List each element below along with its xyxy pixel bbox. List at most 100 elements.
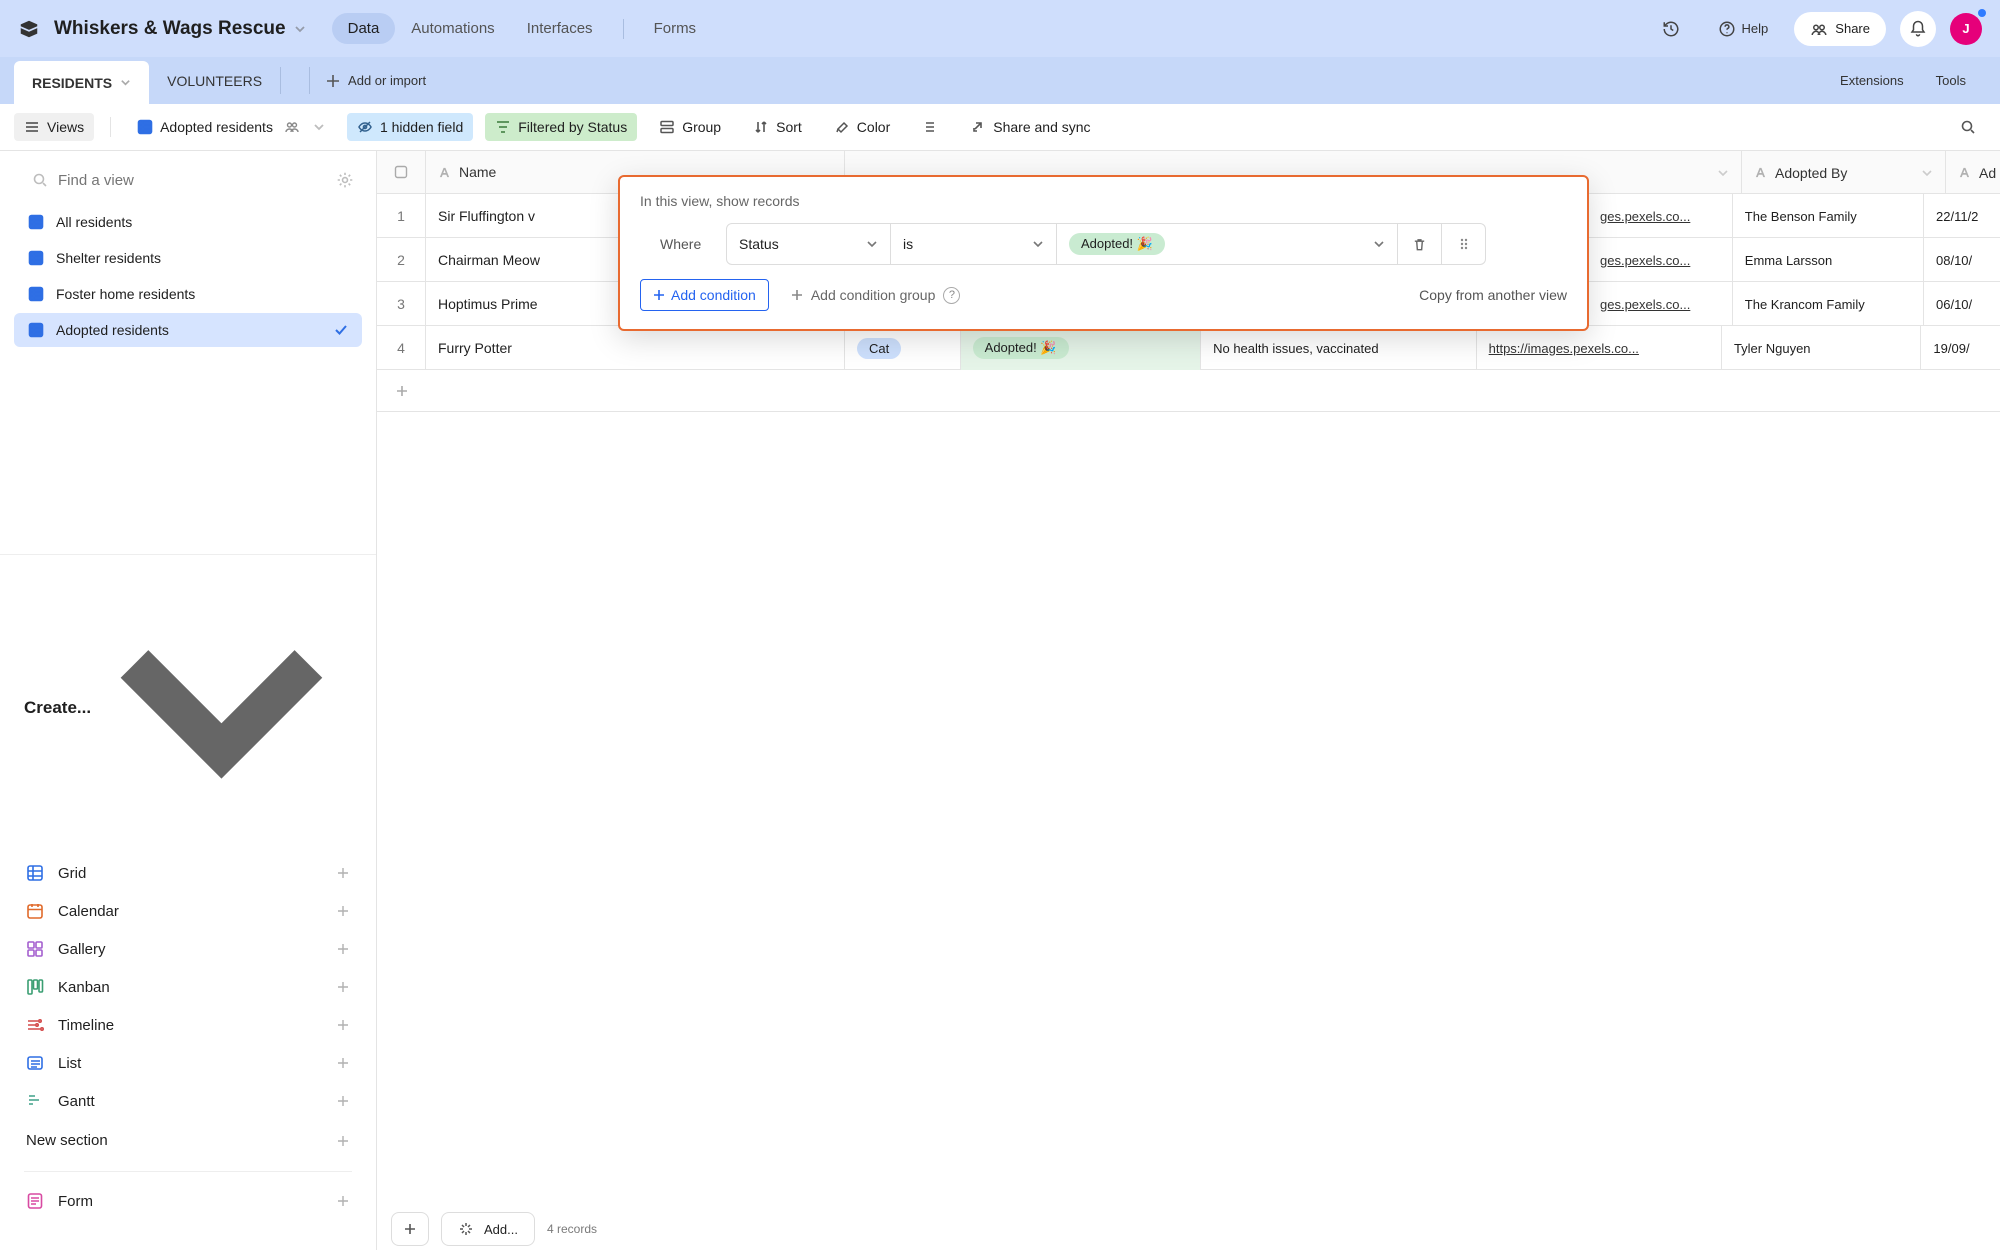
create-grid[interactable]: Grid <box>24 854 352 892</box>
nav-data[interactable]: Data <box>332 13 396 44</box>
form-icon <box>26 1192 44 1210</box>
gantt-icon <box>26 1092 44 1110</box>
row-number: 2 <box>377 238 426 281</box>
text-type-icon <box>438 166 451 179</box>
cell-status[interactable]: Adopted! 🎉 <box>961 326 1201 370</box>
color-button[interactable]: Color <box>824 113 900 141</box>
add-condition-group-button[interactable]: Add condition group ? <box>791 287 961 304</box>
view-name-dropdown[interactable]: Adopted residents <box>127 113 335 141</box>
search-icon <box>1960 119 1976 135</box>
col-header-adopted-by[interactable]: Adopted By <box>1742 151 1946 194</box>
filter-operator-dropdown[interactable]: is <box>891 223 1057 265</box>
cell-date[interactable]: 08/10/ <box>1924 238 2000 282</box>
chevron-down-icon <box>91 577 352 838</box>
chevron-down-icon <box>866 238 878 250</box>
gear-icon[interactable] <box>336 171 354 189</box>
nav-automations[interactable]: Automations <box>395 13 510 44</box>
add-condition-button[interactable]: Add condition <box>640 279 769 311</box>
chevron-down-icon <box>1921 167 1933 179</box>
filter-panel: In this view, show records Where Status … <box>618 175 1589 331</box>
cell-photo[interactable]: ges.pexels.co... <box>1588 194 1733 238</box>
share-button[interactable]: Share <box>1794 12 1886 46</box>
table-tab-volunteers[interactable]: VOLUNTEERS <box>149 57 280 104</box>
drag-icon <box>1458 237 1470 251</box>
view-item[interactable]: All residents <box>14 205 362 239</box>
views-toggle[interactable]: Views <box>14 113 94 141</box>
col-header-photo[interactable] <box>1588 151 1742 194</box>
col-header-adopt-date[interactable]: Ad <box>1946 151 2000 194</box>
cell-date[interactable]: 19/09/ <box>1921 326 2000 370</box>
list-icon <box>26 1054 44 1072</box>
create-panel-toggle[interactable]: Create... <box>24 575 352 854</box>
share-icon <box>970 119 986 135</box>
filter-value-dropdown[interactable]: Adopted! 🎉 <box>1057 223 1398 265</box>
cell-adopted-by[interactable]: Tyler Nguyen <box>1722 326 1921 370</box>
user-avatar[interactable]: J <box>1950 13 1982 45</box>
add-menu-button[interactable]: Add... <box>441 1212 535 1246</box>
base-title[interactable]: Whiskers & Wags Rescue <box>54 18 306 40</box>
grid-icon <box>28 322 44 338</box>
create-timeline[interactable]: Timeline <box>24 1006 352 1044</box>
help-button[interactable]: Help <box>1706 14 1781 44</box>
view-toolbar: Views Adopted residents 1 hidden field F… <box>0 104 2000 151</box>
create-gallery[interactable]: Gallery <box>24 930 352 968</box>
chevron-down-icon <box>120 77 131 88</box>
add-record-button[interactable] <box>391 1212 429 1246</box>
chevron-down-icon <box>1373 238 1385 250</box>
nav-forms[interactable]: Forms <box>638 13 713 44</box>
cell-adopted-by[interactable]: The Krancom Family <box>1733 282 1924 326</box>
nav-interfaces[interactable]: Interfaces <box>511 13 609 44</box>
create-kanban[interactable]: Kanban <box>24 968 352 1006</box>
select-all-checkbox[interactable] <box>377 151 426 193</box>
views-search-input[interactable] <box>58 172 326 189</box>
cell-photo[interactable]: ges.pexels.co... <box>1588 282 1733 326</box>
create-calendar[interactable]: Calendar <box>24 892 352 930</box>
views-sidebar: All residentsShelter residentsFoster hom… <box>0 151 377 1250</box>
cell-name[interactable]: Furry Potter <box>426 326 845 369</box>
row-number: 4 <box>377 326 426 369</box>
cell-date[interactable]: 06/10/ <box>1924 282 2000 326</box>
filter-drag-handle[interactable] <box>1442 223 1486 265</box>
add-record-row[interactable] <box>377 370 2000 412</box>
cell-photo[interactable]: https://images.pexels.co... <box>1477 326 1722 370</box>
cell-adopted-by[interactable]: Emma Larsson <box>1733 238 1924 282</box>
plus-icon <box>336 866 350 880</box>
view-item[interactable]: Shelter residents <box>14 241 362 275</box>
cell-date[interactable]: 22/11/2 <box>1924 194 2000 238</box>
share-sync-button[interactable]: Share and sync <box>960 113 1100 141</box>
create-form[interactable]: Form <box>24 1182 352 1220</box>
hidden-fields-button[interactable]: 1 hidden field <box>347 113 473 141</box>
tools-button[interactable]: Tools <box>1920 62 1988 100</box>
filter-delete-button[interactable] <box>1398 223 1442 265</box>
extensions-button[interactable]: Extensions <box>1824 62 1920 100</box>
search-records-button[interactable] <box>1950 113 1986 141</box>
history-button[interactable] <box>1650 14 1692 44</box>
notifications-button[interactable] <box>1900 11 1936 47</box>
row-height-button[interactable] <box>912 113 948 141</box>
filter-field-dropdown[interactable]: Status <box>726 223 891 265</box>
add-table-button[interactable]: Add or import <box>310 57 442 104</box>
group-button[interactable]: Group <box>649 113 731 141</box>
plus-icon <box>336 980 350 994</box>
copy-from-view-button[interactable]: Copy from another view <box>1419 287 1567 303</box>
cell-photo[interactable]: ges.pexels.co... <box>1588 238 1733 282</box>
paint-icon <box>834 119 850 135</box>
filter-button[interactable]: Filtered by Status <box>485 113 637 141</box>
plus-icon <box>336 1094 350 1108</box>
search-icon <box>32 172 48 188</box>
cell-medical[interactable]: No health issues, vaccinated <box>1201 326 1477 370</box>
tables-more[interactable] <box>281 57 309 104</box>
table-tab-residents[interactable]: RESIDENTS <box>14 61 149 104</box>
plus-icon <box>336 1018 350 1032</box>
help-icon[interactable]: ? <box>943 287 960 304</box>
create-list[interactable]: List <box>24 1044 352 1082</box>
new-section-button[interactable]: New section <box>24 1120 352 1161</box>
view-item[interactable]: Foster home residents <box>14 277 362 311</box>
cell-adopted-by[interactable]: The Benson Family <box>1733 194 1924 238</box>
view-item[interactable]: Adopted residents <box>14 313 362 347</box>
sort-button[interactable]: Sort <box>743 113 812 141</box>
cell-species[interactable]: Cat <box>845 326 961 370</box>
create-gantt[interactable]: Gantt <box>24 1082 352 1120</box>
sparkle-icon <box>458 1221 474 1237</box>
grid-icon <box>137 119 153 135</box>
